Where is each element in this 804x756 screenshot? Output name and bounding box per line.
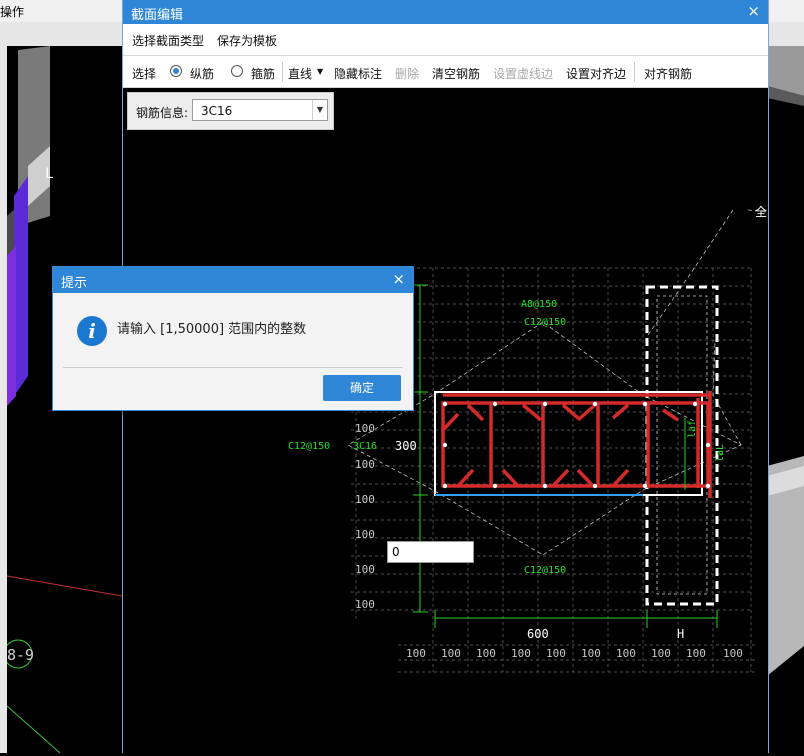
select-button[interactable]: 选择 [132, 65, 156, 82]
toolbar-separator [634, 62, 635, 82]
close-icon[interactable]: × [747, 2, 760, 20]
side-letter: L [45, 166, 53, 182]
svg-text:100: 100 [546, 647, 566, 660]
label-a8[interactable]: A8@150 [521, 299, 557, 310]
clear-rebar-button[interactable]: 清空钢筋 [432, 65, 480, 82]
rebar-info-select[interactable]: 3C16 ▼ [192, 99, 328, 121]
section-drawing[interactable]: A8@150 C12@150 C12@150 3C16 C12@150 laf … [123, 88, 769, 753]
delete-button[interactable]: 删除 [395, 65, 419, 82]
svg-text:100: 100 [511, 647, 531, 660]
prompt-titlebar[interactable]: 提示 × [53, 267, 413, 293]
dimension-value-input[interactable]: 0 [387, 541, 474, 563]
svg-text:100: 100 [723, 647, 743, 660]
grid-axis-label: 8-9 [7, 646, 34, 664]
svg-text:100: 100 [355, 493, 375, 506]
svg-text:100: 100 [355, 528, 375, 541]
dim-600[interactable]: 600 [527, 627, 549, 641]
align-rebar-button[interactable]: 对齐钢筋 [644, 65, 692, 82]
close-icon[interactable]: × [392, 270, 405, 288]
svg-text:100: 100 [686, 647, 706, 660]
svg-text:100: 100 [355, 563, 375, 576]
save-as-template-menu[interactable]: 保存为模板 [217, 32, 277, 49]
info-icon: i [77, 316, 107, 346]
label-corner: 全 [755, 204, 767, 219]
radio-longitudinal-label[interactable]: 纵筋 [190, 65, 214, 82]
chevron-down-icon[interactable]: ▼ [317, 67, 323, 76]
svg-text:100: 100 [406, 647, 426, 660]
bottom-grid-labels: 100 100 100 100 100 100 100 100 100 100 [406, 647, 743, 660]
set-dashed-edge-button[interactable]: 设置虚线边 [493, 65, 553, 82]
rebar-info-panel: 钢筋信息: 3C16 ▼ [127, 92, 334, 130]
prompt-message: 请输入 [1,50000] 范围内的整数 [117, 322, 307, 337]
left-grid-labels: 100 100 100 100 100 100 100 [355, 388, 375, 611]
dimension-lines [413, 284, 718, 628]
svg-text:100: 100 [616, 647, 636, 660]
prompt-divider [63, 367, 403, 368]
background-left-scrollbar[interactable] [0, 46, 7, 753]
radio-stirrup[interactable] [231, 65, 243, 77]
chevron-down-icon[interactable]: ▼ [312, 100, 327, 120]
section-edit-titlebar[interactable]: 截面编辑 × [123, 0, 768, 24]
line-type-dropdown[interactable]: 直线 [288, 65, 312, 82]
rebar-info-value[interactable]: 3C16 [201, 104, 232, 118]
svg-text:100: 100 [476, 647, 496, 660]
web-outline [434, 391, 703, 496]
section-edit-menubar: 选择截面类型 保存为模板 [123, 24, 768, 56]
label-laf: laf [687, 420, 698, 438]
svg-text:100: 100 [355, 422, 375, 435]
section-drawing-canvas[interactable]: A8@150 C12@150 C12@150 3C16 C12@150 laf … [123, 88, 769, 753]
section-edit-title: 截面编辑 [131, 8, 184, 23]
label-c12-left[interactable]: C12@150 [288, 441, 330, 452]
section-edit-toolbar: 选择 纵筋 箍筋 直线 ▼ 隐藏标注 删除 清空钢筋 设置虚线边 设置对齐边 对… [123, 56, 768, 88]
radio-longitudinal[interactable] [170, 65, 182, 77]
set-align-edge-button[interactable]: 设置对齐边 [566, 65, 626, 82]
svg-text:100: 100 [355, 458, 375, 471]
rebar-info-label: 钢筋信息: [136, 106, 189, 120]
ok-button[interactable]: 确定 [323, 375, 401, 401]
background-3d-view-right [767, 46, 804, 753]
label-3c16[interactable]: 3C16 [353, 441, 377, 452]
label-c12-top[interactable]: C12@150 [524, 317, 566, 328]
hide-dimension-button[interactable]: 隐藏标注 [334, 65, 382, 82]
dim-h[interactable]: H [677, 627, 684, 641]
toolbar-separator [282, 62, 283, 82]
prompt-title: 提示 [61, 276, 88, 291]
prompt-dialog: 提示 × i 请输入 [1,50000] 范围内的整数 确定 [52, 266, 414, 411]
svg-text:100: 100 [441, 647, 461, 660]
radio-stirrup-label[interactable]: 箍筋 [251, 65, 275, 82]
svg-text:100: 100 [355, 598, 375, 611]
svg-text:100: 100 [651, 647, 671, 660]
rebar-group[interactable] [441, 391, 712, 498]
label-c12-bottom[interactable]: C12@150 [524, 565, 566, 576]
select-section-type-menu[interactable]: 选择截面类型 [132, 32, 204, 49]
dim-300[interactable]: 300 [395, 439, 417, 453]
background-title-fragment: 操作 [0, 5, 25, 19]
label-lal: laL [715, 444, 726, 462]
svg-text:100: 100 [581, 647, 601, 660]
